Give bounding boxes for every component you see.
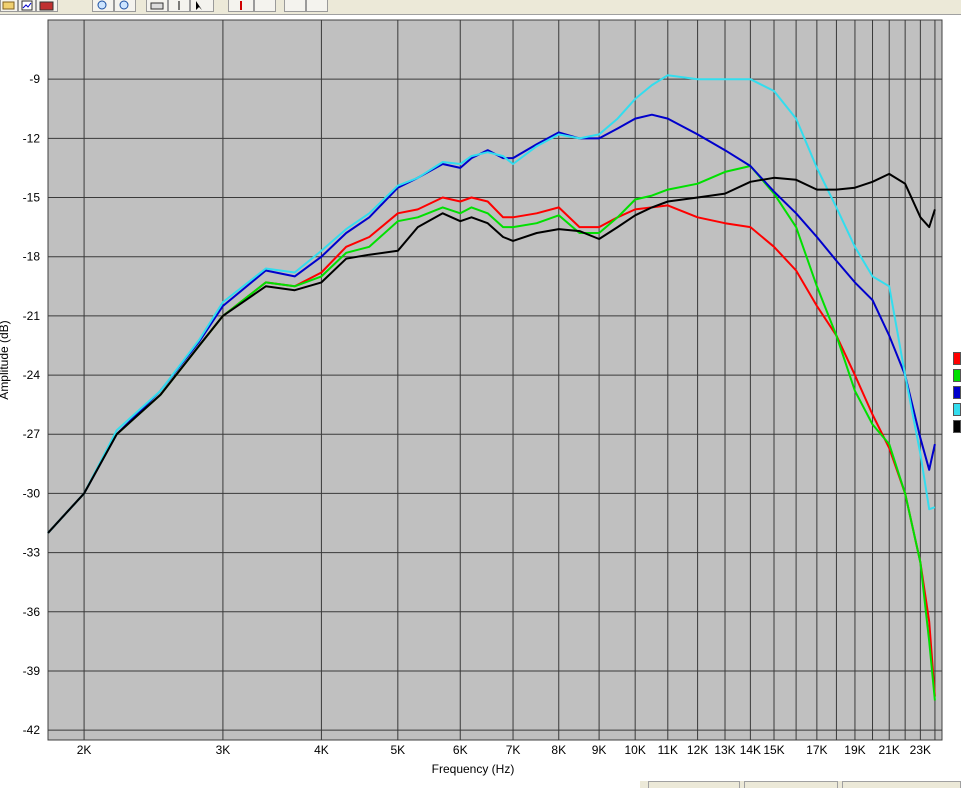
x-tick-label: 17K (806, 743, 827, 757)
y-tick-label: -9 (29, 72, 40, 86)
status-cell (648, 781, 740, 788)
x-tick-label: 5K (390, 743, 405, 757)
frequency-response-chart: -9 -12 -15 -18 -21 -24 -27 -30 -33 -36 -39 -42 2K 3K… (0, 19, 943, 776)
y-tick-label: -18 (23, 250, 41, 264)
y-tick-label: -33 (23, 546, 41, 560)
x-tick-label: 23K (910, 743, 931, 757)
x-tick-label: 10K (624, 743, 645, 757)
x-tick-label: 8K (551, 743, 566, 757)
x-tick-label: 7K (506, 743, 521, 757)
legend-swatch[interactable] (953, 352, 961, 365)
y-tick-label: -12 (23, 131, 41, 145)
plot-area (47, 19, 943, 741)
y-tick-label: -21 (23, 309, 41, 323)
x-tick-label: 13K (714, 743, 735, 757)
y-tick-label: -15 (23, 191, 41, 205)
y-axis-title: Amplitude (dB) (0, 320, 11, 399)
x-axis-title: Frequency (Hz) (432, 762, 515, 776)
x-tick-label: 2K (77, 743, 92, 757)
x-tick-label: 21K (879, 743, 900, 757)
x-tick-label: 14K (740, 743, 761, 757)
y-tick-label: -24 (23, 368, 41, 382)
x-tick-label: 9K (592, 743, 607, 757)
legend-swatch[interactable] (953, 420, 961, 433)
status-cell (744, 781, 838, 788)
y-tick-labels: -9 -12 -15 -18 -21 -24 -27 -30 -33 -36 -39 -42 (23, 72, 41, 737)
x-tick-label: 11K (658, 743, 678, 757)
x-tick-label: 4K (314, 743, 329, 757)
y-tick-label: -39 (23, 664, 41, 678)
x-tick-labels: 2K 3K 4K 5K 6K 7K 8K 9K 10K 11K 12K 13K 14K 15K 17K 19K… (77, 743, 931, 757)
x-tick-label: 12K (687, 743, 708, 757)
status-bar (640, 781, 961, 788)
legend-swatch[interactable] (953, 403, 961, 416)
y-tick-label: -42 (23, 723, 41, 737)
x-tick-label: 6K (453, 743, 468, 757)
x-tick-label: 19K (844, 743, 865, 757)
y-tick-label: -36 (23, 605, 41, 619)
legend-swatch[interactable] (953, 369, 961, 382)
legend (953, 352, 961, 437)
y-tick-label: -30 (23, 486, 41, 500)
y-tick-label: -27 (23, 427, 41, 441)
x-tick-label: 3K (216, 743, 231, 757)
status-cell (842, 781, 961, 788)
legend-swatch[interactable] (953, 386, 961, 399)
x-tick-label: 15K (763, 743, 784, 757)
